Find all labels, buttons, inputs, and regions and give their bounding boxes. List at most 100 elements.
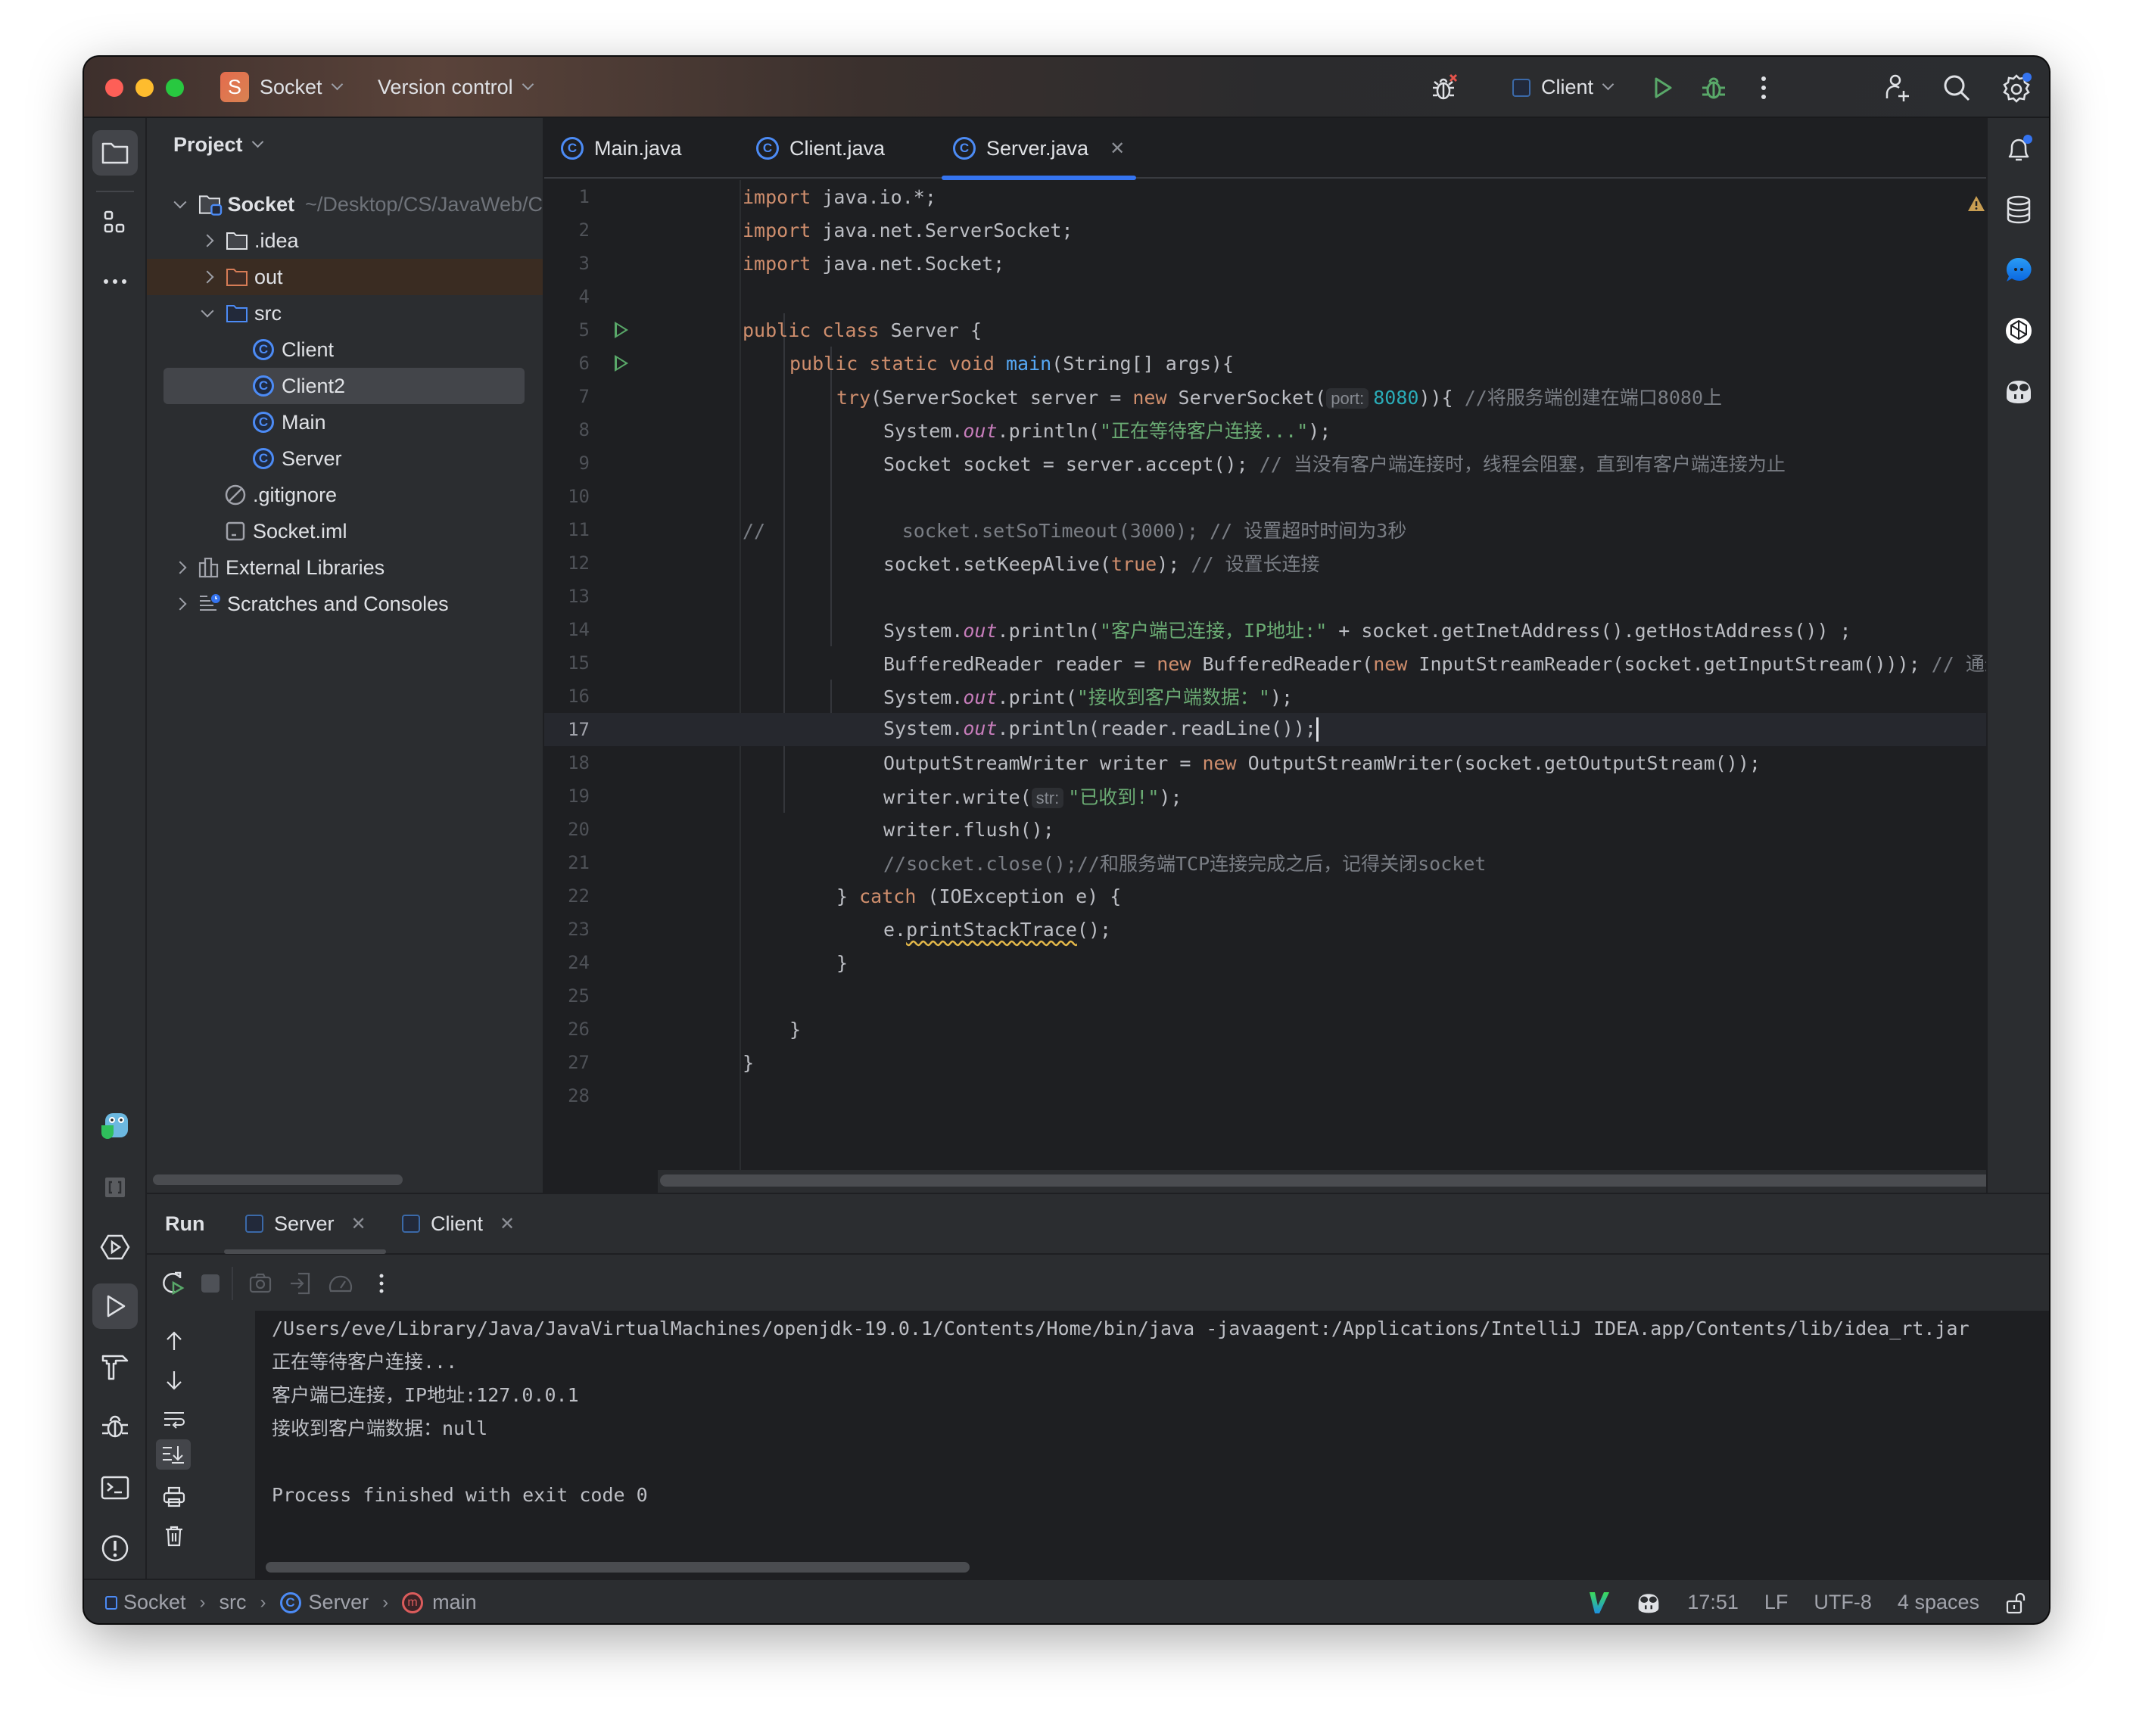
structure-tool-button[interactable] bbox=[92, 200, 138, 245]
tree-item-external-libraries[interactable]: External Libraries bbox=[147, 549, 543, 586]
run-tool-button[interactable] bbox=[92, 1283, 138, 1329]
tab-client-java[interactable]: C Client.java bbox=[756, 118, 885, 179]
more-tools-button[interactable] bbox=[92, 259, 138, 304]
scroll-up-button[interactable] bbox=[159, 1326, 189, 1356]
tree-item-main[interactable]: C Main bbox=[147, 404, 543, 440]
collapse-arrow-icon[interactable] bbox=[173, 561, 187, 574]
project-panel-header[interactable]: Project bbox=[173, 133, 263, 157]
copilot-button[interactable] bbox=[1998, 371, 2039, 412]
indent-setting[interactable]: 4 spaces bbox=[1898, 1591, 1979, 1614]
run-button[interactable] bbox=[1645, 70, 1680, 105]
tree-item-server[interactable]: C Server bbox=[147, 440, 543, 477]
tree-item-socket-iml[interactable]: Socket.iml bbox=[147, 513, 543, 549]
line-number: 10 bbox=[568, 486, 590, 507]
tab-main-java[interactable]: C Main.java bbox=[561, 118, 682, 179]
stop-button[interactable] bbox=[195, 1268, 226, 1299]
cursor-position[interactable]: 17:51 bbox=[1687, 1591, 1739, 1614]
line-number: 16 bbox=[568, 686, 590, 707]
zoom-window-button[interactable] bbox=[166, 79, 184, 97]
tree-item-client[interactable]: C Client bbox=[147, 331, 543, 368]
tab-server-java[interactable]: C Server.java ✕ bbox=[941, 118, 1137, 180]
run-gutter-icon[interactable] bbox=[615, 355, 628, 372]
line-separator[interactable]: LF bbox=[1764, 1591, 1789, 1614]
expand-arrow-icon[interactable] bbox=[173, 195, 187, 209]
print-button[interactable] bbox=[159, 1482, 189, 1512]
tree-item-out[interactable]: out bbox=[147, 259, 543, 295]
database-tool-button[interactable] bbox=[1998, 189, 2039, 230]
code-text: OutputStreamWriter writer = new OutputSt… bbox=[883, 751, 1761, 774]
vcs-selector[interactable]: Version control bbox=[378, 57, 534, 118]
debug-button[interactable] bbox=[1696, 70, 1731, 105]
close-tab-icon[interactable]: ✕ bbox=[1110, 138, 1125, 160]
unlock-icon[interactable] bbox=[2005, 1591, 2028, 1615]
gopher-plugin-button[interactable] bbox=[92, 1103, 138, 1149]
terminal-tool-button[interactable] bbox=[92, 1465, 138, 1510]
expand-arrow-icon[interactable] bbox=[201, 304, 214, 318]
line-number: 14 bbox=[568, 619, 590, 640]
problems-tool-button[interactable] bbox=[92, 1526, 138, 1571]
notifications-button[interactable] bbox=[1998, 129, 2039, 170]
breadcrumb-item-class[interactable]: Server bbox=[309, 1591, 369, 1614]
vim-plugin-icon[interactable] bbox=[1587, 1591, 1610, 1615]
vcs-label: Version control bbox=[378, 76, 513, 98]
chevron-down-icon bbox=[251, 135, 263, 148]
more-actions-button[interactable] bbox=[1746, 70, 1781, 105]
file-encoding[interactable]: UTF-8 bbox=[1814, 1591, 1872, 1614]
chatgpt-plugin-button[interactable] bbox=[1998, 310, 2039, 351]
debug-tool-button[interactable] bbox=[92, 1405, 138, 1450]
run-tab-server[interactable]: Server ✕ bbox=[224, 1193, 386, 1254]
code-text: System.out.print("接收到客户端数据："); bbox=[883, 686, 1294, 708]
breadcrumb-item-project[interactable]: Socket bbox=[123, 1591, 186, 1614]
code-with-me-button[interactable] bbox=[1880, 70, 1915, 105]
run-panel-tabs: Run Server ✕ Client ✕ bbox=[147, 1194, 2049, 1255]
close-tab-icon[interactable]: ✕ bbox=[351, 1213, 366, 1235]
console-output[interactable]: /Users/eve/Library/Java/JavaVirtualMachi… bbox=[257, 1311, 2049, 1579]
project-selector[interactable]: Socket bbox=[260, 57, 343, 118]
scroll-to-end-button[interactable] bbox=[156, 1439, 191, 1470]
breadcrumb-item-method[interactable]: main bbox=[432, 1591, 477, 1614]
console-line: 接收到客户端数据：null bbox=[272, 1417, 488, 1439]
close-window-button[interactable] bbox=[105, 79, 123, 97]
tree-item-label: External Libraries bbox=[226, 555, 385, 579]
project-tool-button[interactable] bbox=[92, 130, 138, 176]
code-area[interactable]: 1 import java.io.*; 2 import java.net.Serv… bbox=[544, 180, 2049, 1193]
tree-item-scratches[interactable]: Scratches and Consoles bbox=[147, 586, 543, 622]
tree-item-src[interactable]: src bbox=[147, 295, 543, 331]
settings-button[interactable] bbox=[1999, 70, 2034, 105]
collapse-arrow-icon[interactable] bbox=[201, 270, 214, 284]
console-horizontal-scrollbar[interactable] bbox=[266, 1562, 970, 1573]
clear-all-button[interactable] bbox=[159, 1521, 189, 1551]
bookmarks-tool-button[interactable] bbox=[92, 1165, 138, 1210]
code-text: import java.net.Socket; bbox=[743, 252, 1005, 275]
scroll-down-button[interactable] bbox=[159, 1365, 189, 1395]
code-line: 19 writer.write(str: "已收到!"); bbox=[544, 779, 2047, 813]
tree-item-socket[interactable]: Socket ~/Desktop/CS/JavaWeb/C bbox=[147, 186, 543, 222]
soft-wrap-button[interactable] bbox=[159, 1405, 189, 1435]
tree-item-client2[interactable]: C Client2 bbox=[163, 368, 525, 404]
run-config-selector[interactable]: Client bbox=[1512, 57, 1615, 118]
copilot-status-icon[interactable] bbox=[1636, 1591, 1661, 1614]
run-tab-client[interactable]: Client ✕ bbox=[402, 1193, 515, 1254]
code-text: } bbox=[836, 951, 849, 974]
editor-horizontal-scrollbar[interactable] bbox=[660, 1174, 2049, 1187]
run-more-button[interactable] bbox=[366, 1268, 397, 1299]
run-gutter-icon[interactable] bbox=[615, 322, 628, 338]
debug-inactive-button[interactable] bbox=[1428, 70, 1462, 105]
collapse-arrow-icon[interactable] bbox=[173, 597, 187, 611]
search-everywhere-button[interactable] bbox=[1939, 70, 1974, 105]
project-horizontal-scrollbar[interactable] bbox=[153, 1174, 403, 1185]
breadcrumb-item-src[interactable]: src bbox=[220, 1591, 247, 1614]
services-tool-button[interactable] bbox=[92, 1224, 138, 1270]
close-tab-icon[interactable]: ✕ bbox=[500, 1213, 515, 1235]
dump-threads-button[interactable] bbox=[245, 1268, 276, 1299]
tree-item-idea[interactable]: .idea bbox=[147, 222, 543, 259]
minimize-window-button[interactable] bbox=[135, 79, 154, 97]
build-tool-button[interactable] bbox=[92, 1344, 138, 1389]
collapse-arrow-icon[interactable] bbox=[201, 234, 214, 247]
ai-chat-button[interactable] bbox=[1998, 250, 2039, 291]
rerun-button[interactable] bbox=[157, 1268, 188, 1299]
code-line: 6 public static void main(String[] args){ bbox=[544, 347, 2047, 380]
profiler-button[interactable] bbox=[325, 1268, 356, 1299]
tree-item-gitignore[interactable]: .gitignore bbox=[147, 477, 543, 513]
exit-button[interactable] bbox=[285, 1268, 316, 1299]
